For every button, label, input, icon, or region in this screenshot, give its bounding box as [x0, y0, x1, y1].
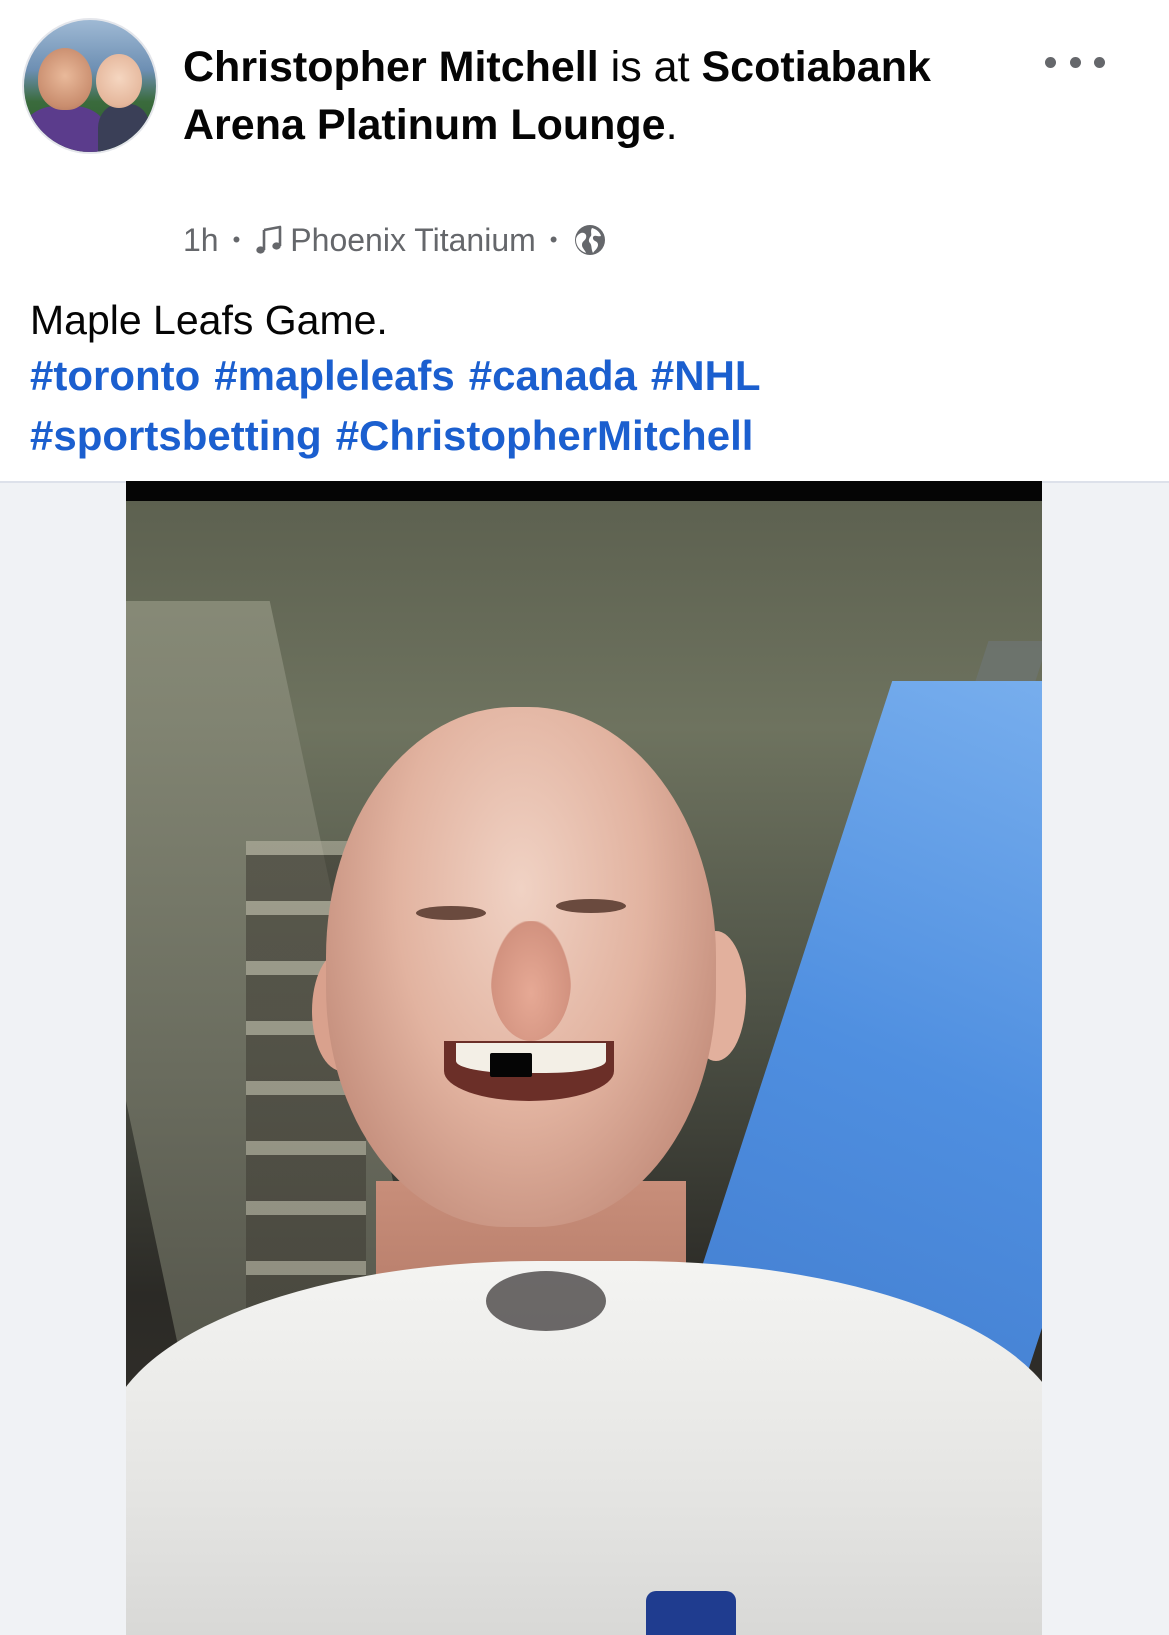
facebook-post: Christopher Mitchell is at Scotiabank Ar… [0, 0, 1169, 1635]
avatar-child-shirt [98, 104, 150, 152]
author-name-link[interactable]: Christopher Mitchell [183, 43, 599, 91]
hashtag-link[interactable]: #canada [469, 352, 637, 399]
hashtag-link[interactable]: #sportsbetting [30, 412, 322, 459]
meta-separator: • [232, 227, 241, 252]
location-suffix: . [665, 101, 678, 149]
hashtag-link[interactable]: #ChristopherMitchell [336, 412, 754, 459]
hashtag-link[interactable]: #mapleleafs [214, 352, 454, 399]
video-letterbox [126, 481, 1042, 501]
video-jersey-collar [486, 1271, 606, 1331]
video-person-eye [416, 906, 486, 920]
is-at-text: is at [598, 43, 702, 91]
post-hashtags: #toronto #mapleleafs #canada #NHL #sportsbet… [30, 346, 1140, 466]
redaction-box [490, 1053, 532, 1077]
video-jersey-logo [646, 1591, 736, 1635]
avatar-person-face [38, 48, 92, 110]
video-person-eye [556, 899, 626, 913]
avatar-person-shirt [24, 106, 106, 152]
more-options-icon [1094, 56, 1105, 68]
meta-separator: • [549, 227, 558, 252]
post-timestamp[interactable]: 1h [183, 222, 219, 259]
hashtag-link[interactable]: #NHL [651, 352, 761, 399]
music-title-link[interactable]: Phoenix Titanium [290, 222, 535, 259]
more-options-icon [1045, 56, 1056, 68]
post-caption: Maple Leafs Game. [30, 297, 388, 343]
post-video[interactable] [126, 481, 1042, 1635]
more-options-icon [1069, 56, 1081, 68]
more-options-button[interactable] [1045, 44, 1105, 80]
post-header: Christopher Mitchell is at Scotiabank Ar… [183, 38, 1003, 154]
post-meta: 1h • Phoenix Titanium • [183, 220, 607, 260]
globe-icon[interactable] [573, 223, 607, 257]
author-avatar[interactable] [22, 18, 158, 154]
hashtag-link[interactable]: #toronto [30, 352, 200, 399]
video-person-nose [491, 921, 571, 1041]
avatar-child-face [96, 54, 142, 108]
music-note-icon [254, 224, 284, 256]
